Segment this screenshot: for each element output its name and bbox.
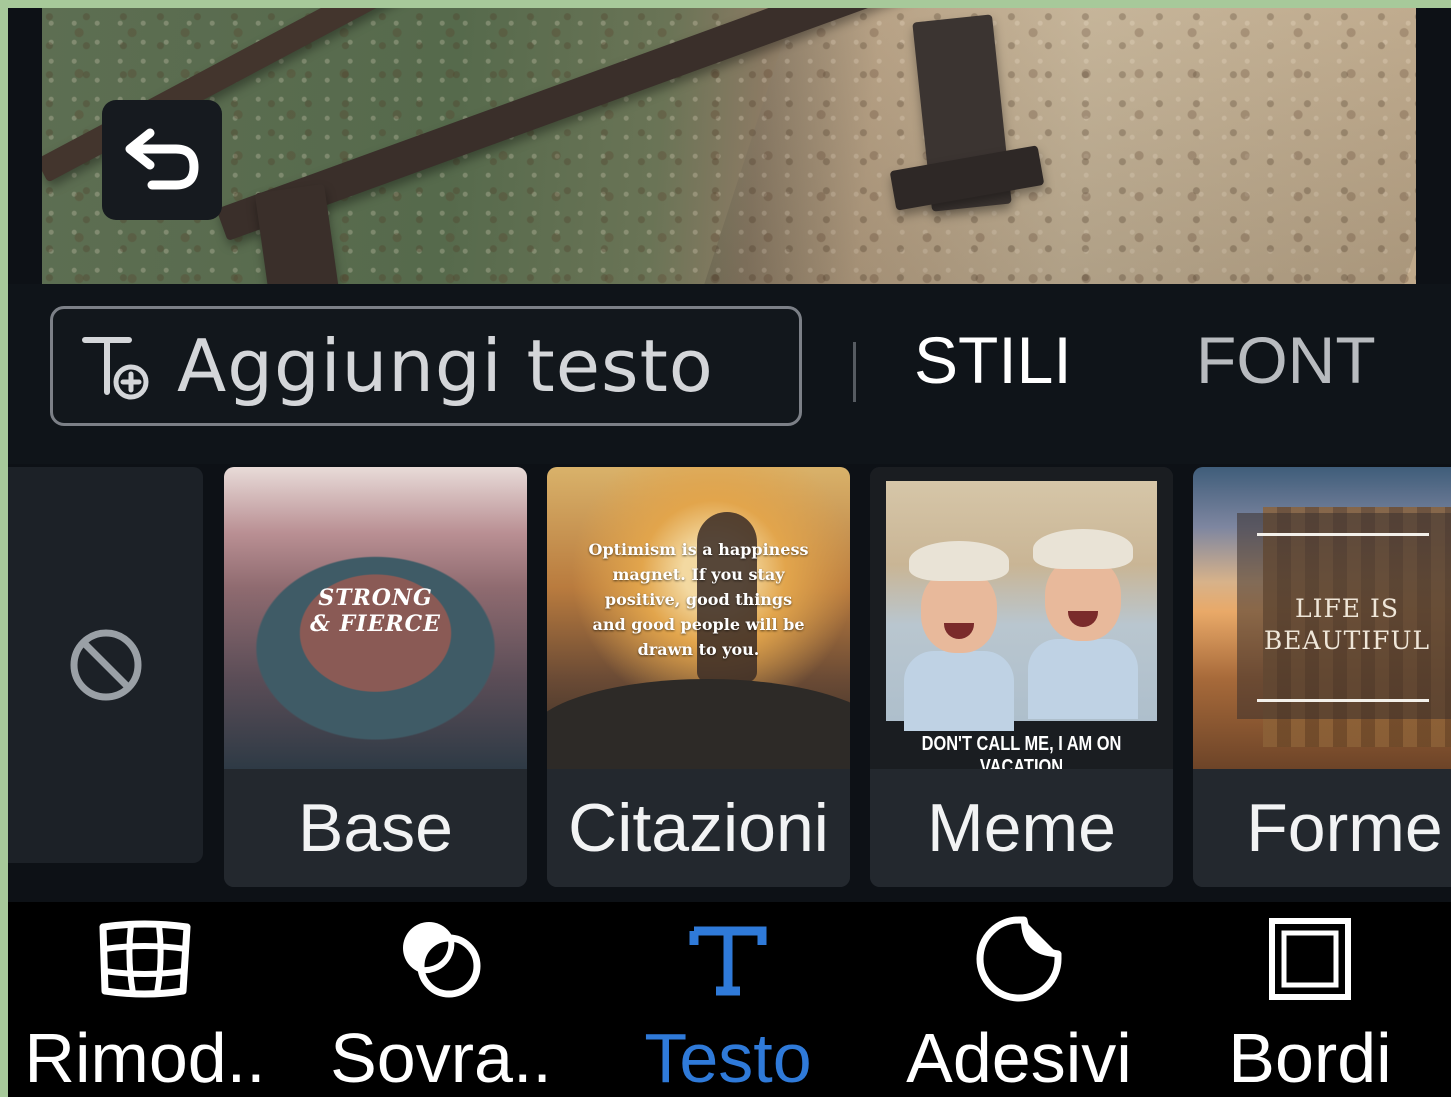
- text-toolbar: Aggiungi testo STILI FONT: [8, 284, 1451, 464]
- nav-item-sovrapposizioni[interactable]: Sovra..: [296, 902, 586, 1097]
- undo-icon: [125, 128, 199, 190]
- nav-item-adesivi[interactable]: Adesivi: [874, 902, 1164, 1097]
- sticker-icon: [976, 916, 1062, 1002]
- style-thumb-citazioni: Optimism is a happiness magnet. If you s…: [547, 467, 850, 769]
- style-thumb-citazioni-caption: Optimism is a happiness magnet. If you s…: [588, 540, 809, 659]
- style-tile-forme[interactable]: LIFE IS BEAUTIFUL Forme: [1193, 467, 1451, 887]
- border-frame-icon: [1269, 918, 1351, 1000]
- style-none-tile[interactable]: [8, 467, 203, 863]
- style-thumb-base: STRONG & FIERCE: [224, 467, 527, 769]
- thumb-kid-right: [1028, 529, 1138, 719]
- thumb-shape-line-top: [1257, 533, 1429, 536]
- style-thumb-meme-caption: DON'T CALL ME, I AM ON VACATION: [921, 733, 1122, 769]
- add-text-label: Aggiungi testo: [177, 324, 714, 408]
- photo-canvas[interactable]: [42, 8, 1416, 284]
- overlay-circles-icon: [403, 922, 481, 998]
- thumb-photo-kids: [886, 481, 1157, 731]
- nav-label: Testo: [644, 1019, 812, 1097]
- tab-stili[interactable]: STILI: [914, 322, 1072, 398]
- text-style-carousel[interactable]: STRONG & FIERCE Base Optimism is a happin…: [8, 464, 1451, 902]
- style-tile-label: Citazioni: [547, 769, 850, 887]
- nav-item-rimodella[interactable]: Rimod..: [8, 902, 290, 1097]
- style-thumb-base-caption: STRONG & FIERCE: [310, 585, 441, 637]
- style-thumb-forme: LIFE IS BEAUTIFUL: [1193, 467, 1451, 769]
- style-thumb-meme: DON'T CALL ME, I AM ON VACATION: [870, 467, 1173, 769]
- nav-label: Sovra..: [330, 1019, 552, 1097]
- reshape-grid-icon: [99, 920, 191, 998]
- add-text-button[interactable]: Aggiungi testo: [50, 306, 802, 426]
- add-text-icon: [82, 337, 149, 400]
- bottom-tool-bar: Rimod.. Sovra.. Testo Adesivi Bordi: [8, 902, 1451, 1097]
- style-thumb-forme-caption: LIFE IS BEAUTIFUL: [1263, 594, 1431, 655]
- thumb-kid-left: [904, 541, 1014, 731]
- tab-divider: [853, 342, 856, 402]
- text-icon: [689, 926, 767, 996]
- thumb-shape-line-bottom: [1257, 699, 1429, 702]
- undo-button[interactable]: [102, 100, 222, 220]
- tab-font[interactable]: FONT: [1196, 322, 1376, 398]
- nav-label: Bordi: [1228, 1019, 1392, 1097]
- nav-item-testo[interactable]: Testo: [583, 902, 873, 1097]
- style-tile-meme[interactable]: DON'T CALL ME, I AM ON VACATION Meme: [870, 467, 1173, 887]
- editor-screen: Aggiungi testo STILI FONT STRONG & FIERCE…: [8, 8, 1451, 1097]
- nav-item-bordi[interactable]: Bordi: [1165, 902, 1451, 1097]
- style-tile-base[interactable]: STRONG & FIERCE Base: [224, 467, 527, 887]
- style-tile-label: Forme: [1193, 769, 1451, 887]
- nav-label: Rimod..: [24, 1019, 266, 1097]
- style-tile-citazioni[interactable]: Optimism is a happiness magnet. If you s…: [547, 467, 850, 887]
- no-style-icon: [70, 629, 141, 701]
- photo-stone-ledge: [677, 8, 1416, 284]
- nav-label: Adesivi: [906, 1019, 1132, 1097]
- style-tile-label: Base: [224, 769, 527, 887]
- style-tile-label: Meme: [870, 769, 1173, 887]
- thumb-rock: [547, 679, 850, 769]
